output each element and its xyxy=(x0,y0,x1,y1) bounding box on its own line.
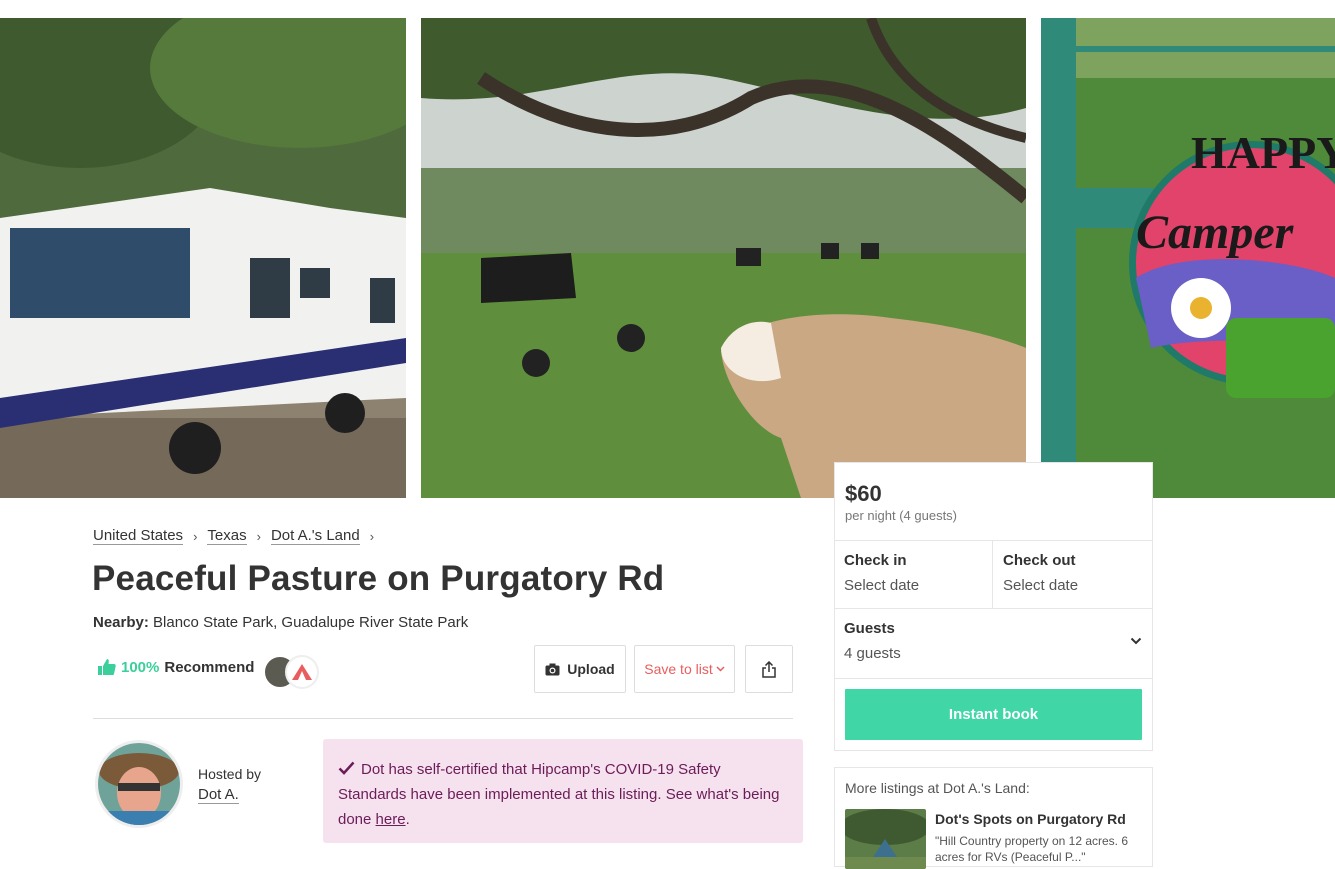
listing-thumbnail-image xyxy=(845,809,926,869)
booking-card: $60 per night (4 guests) Check in Select… xyxy=(834,462,1153,751)
check-out-label: Check out xyxy=(1003,552,1076,569)
date-picker: Check in Select date Check out Select da… xyxy=(835,540,1152,609)
save-to-list-button[interactable]: Save to list xyxy=(634,645,735,693)
breadcrumb-separator: › xyxy=(369,529,375,544)
check-in-value: Select date xyxy=(844,577,920,594)
covid-notice-period: . xyxy=(405,811,410,828)
listing-title-link[interactable]: Dot's Spots on Purgatory Rd xyxy=(935,811,1126,827)
chevron-down-icon xyxy=(1130,637,1142,645)
nearby-line: Nearby: Blanco State Park, Guadalupe Riv… xyxy=(93,614,468,631)
chevron-down-icon xyxy=(716,666,725,672)
upload-button[interactable]: Upload xyxy=(534,645,626,693)
breadcrumb-united-states[interactable]: United States xyxy=(93,528,184,545)
camera-icon xyxy=(545,663,560,675)
page-title: Peaceful Pasture on Purgatory Rd xyxy=(92,559,665,598)
nearby-value: Blanco State Park, Guadalupe River State… xyxy=(153,614,469,631)
more-listings-card: More listings at Dot A.'s Land: Dot's Sp… xyxy=(834,767,1153,869)
hipcamp-logo-icon xyxy=(292,664,312,680)
check-in-label: Check in xyxy=(844,552,907,569)
host-name-link[interactable]: Dot A. xyxy=(198,786,239,804)
sign-text-happy: HAPPY xyxy=(1191,127,1335,178)
breadcrumb-separator: › xyxy=(256,529,261,544)
reviewer-avatars[interactable] xyxy=(263,655,323,689)
price-note: per night (4 guests) xyxy=(845,508,958,523)
nearby-label: Nearby: xyxy=(93,614,149,631)
rv-motorhome-image xyxy=(0,18,406,498)
listing-description: "Hill Country property on 12 acres. 6 ac… xyxy=(935,834,1129,864)
guests-value: 4 guests xyxy=(844,645,901,662)
host-photo xyxy=(98,743,180,825)
check-out-value: Select date xyxy=(1003,577,1079,594)
check-icon xyxy=(338,761,355,775)
recommend-badge: 100% Recommend xyxy=(97,658,254,676)
check-out-field[interactable]: Check out Select date xyxy=(993,541,1152,609)
covid-safety-notice: Dot has self-certified that Hipcamp's CO… xyxy=(323,739,803,843)
more-listings-heading: More listings at Dot A.'s Land: xyxy=(845,780,1030,796)
breadcrumb-land[interactable]: Dot A.'s Land xyxy=(270,528,360,545)
share-icon xyxy=(762,660,776,678)
guests-label: Guests xyxy=(844,620,895,637)
host-avatar[interactable] xyxy=(95,740,183,828)
breadcrumb: United States › Texas › Dot A.'s Land › xyxy=(93,528,384,545)
listing-thumbnail[interactable] xyxy=(845,809,926,869)
breadcrumb-separator: › xyxy=(193,529,198,544)
nightly-price: $60 xyxy=(845,481,882,506)
sign-text-camper: Camper xyxy=(1136,206,1295,259)
gallery-photo-sign[interactable]: HAPPY Camper xyxy=(1041,18,1335,498)
share-button[interactable] xyxy=(745,645,793,693)
hosted-by-label: Hosted by xyxy=(198,766,262,782)
avatar xyxy=(285,655,319,689)
covid-here-link[interactable]: here xyxy=(376,811,406,828)
gallery-photo-pasture[interactable] xyxy=(421,18,1026,498)
guests-select[interactable]: Guests 4 guests xyxy=(835,609,1152,679)
happy-camper-sign-image: HAPPY Camper xyxy=(1041,18,1335,498)
check-in-field[interactable]: Check in Select date xyxy=(835,541,993,609)
save-to-list-label: Save to list xyxy=(644,661,713,677)
recommend-label: Recommend xyxy=(164,658,255,676)
thumbs-up-icon xyxy=(98,659,116,675)
gallery-photo-rv[interactable] xyxy=(0,18,406,498)
instant-book-button[interactable]: Instant book xyxy=(845,689,1142,740)
photo-gallery: HAPPY Camper xyxy=(0,18,1335,498)
upload-label: Upload xyxy=(567,661,615,677)
divider xyxy=(93,718,793,719)
breadcrumb-texas[interactable]: Texas xyxy=(207,528,247,545)
recommend-percent: 100% xyxy=(121,658,160,676)
pasture-goat-cattle-image xyxy=(421,18,1026,498)
